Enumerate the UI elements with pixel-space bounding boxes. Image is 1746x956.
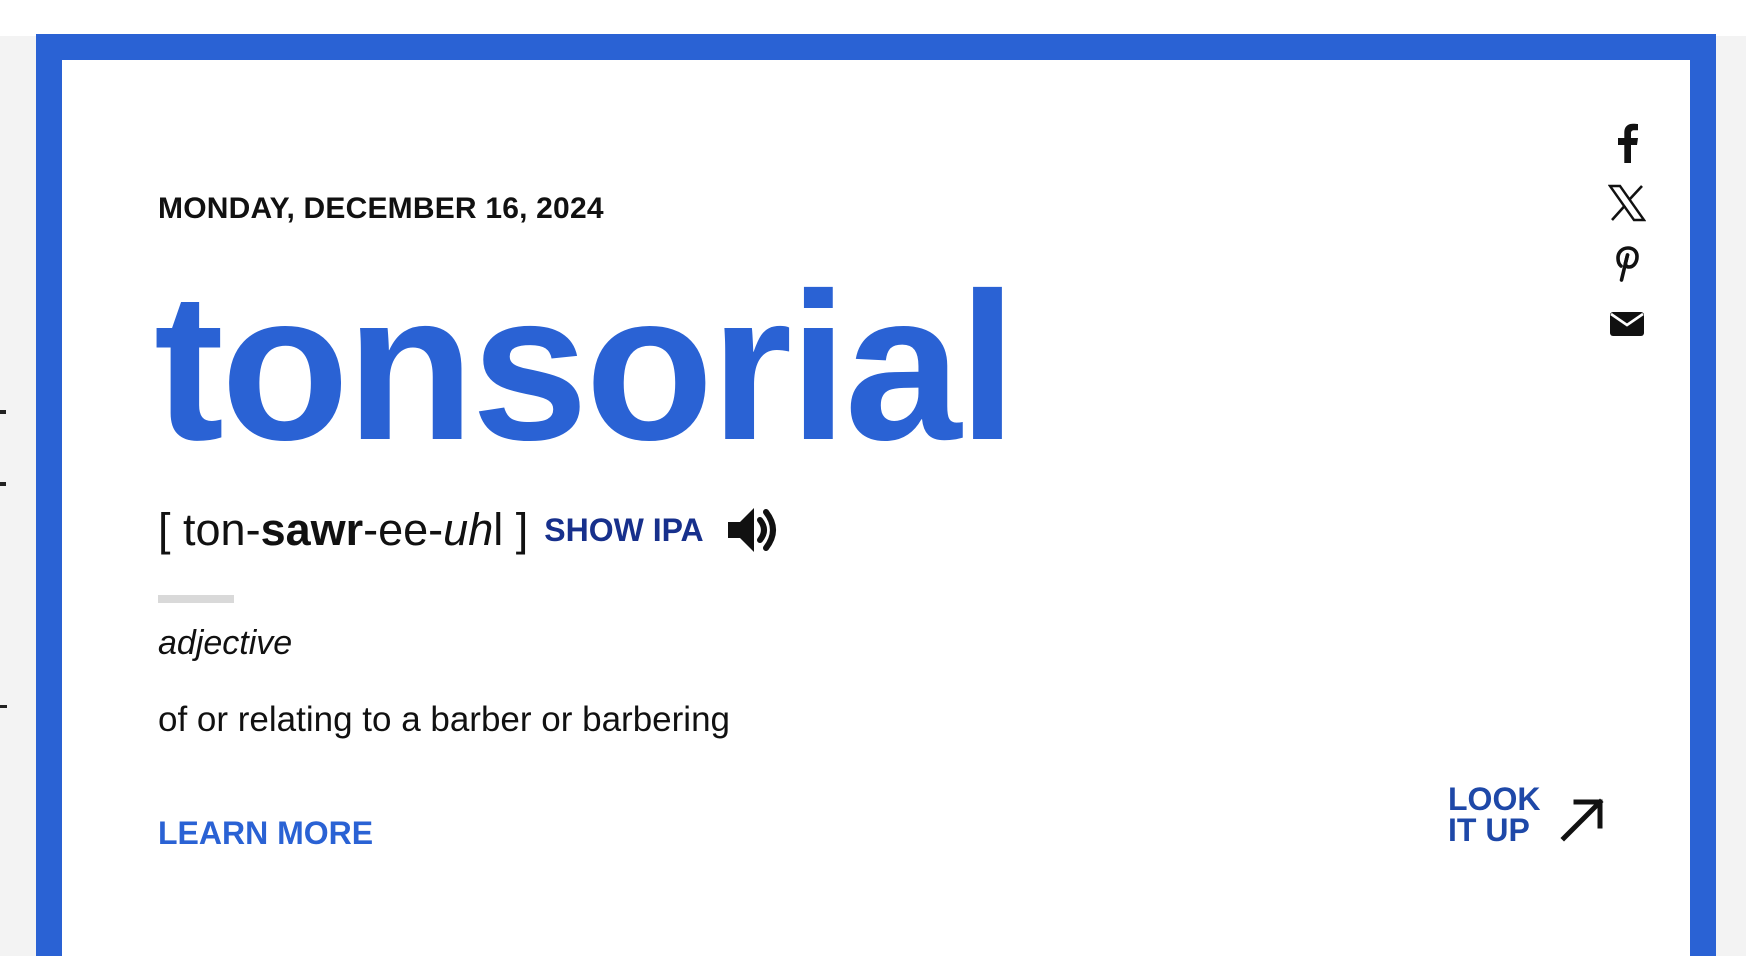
look-it-up-line-2: IT UP xyxy=(1448,812,1530,849)
show-ipa-button[interactable]: SHOW IPA xyxy=(544,512,703,549)
edge-glyph-fragment xyxy=(0,482,6,486)
email-icon[interactable] xyxy=(1604,300,1650,346)
learn-more-link[interactable]: LEARN MORE xyxy=(158,815,373,852)
divider xyxy=(158,595,234,603)
pinterest-icon[interactable] xyxy=(1604,240,1650,286)
facebook-icon[interactable] xyxy=(1604,120,1650,166)
page: MONDAY, DECEMBER 16, 2024 tonsorial [ to… xyxy=(0,0,1746,956)
edge-glyph-fragment xyxy=(0,705,7,708)
pron-open-bracket: [ xyxy=(158,504,184,555)
definition-text: of or relating to a barber or barbering xyxy=(158,700,730,739)
pronunciation: [ ton-sawr-ee-uhl ] xyxy=(158,504,528,556)
pron-part-1: ton- xyxy=(183,504,261,555)
pron-part-3: l xyxy=(493,504,504,555)
speaker-icon[interactable] xyxy=(724,502,780,558)
share-bar xyxy=(1604,120,1650,360)
part-of-speech: adjective xyxy=(158,624,293,662)
edge-glyph-fragment xyxy=(0,410,6,414)
look-it-up-line-1: LOOK xyxy=(1448,781,1541,817)
pron-close-bracket: ] xyxy=(503,504,529,555)
arrow-up-right-icon xyxy=(1558,794,1608,844)
look-it-up-link[interactable]: LOOK IT UP xyxy=(1448,781,1608,849)
look-it-up-label: LOOK IT UP xyxy=(1448,781,1558,849)
pronunciation-row: [ ton-sawr-ee-uhl ] SHOW IPA xyxy=(158,500,780,560)
pron-stressed: sawr xyxy=(260,504,364,555)
date-label: MONDAY, DECEMBER 16, 2024 xyxy=(158,192,604,225)
word-title: tonsorial xyxy=(154,249,1017,484)
pron-italic: uh xyxy=(443,504,494,555)
pron-part-2: -ee- xyxy=(363,504,444,555)
x-icon[interactable] xyxy=(1604,180,1650,226)
